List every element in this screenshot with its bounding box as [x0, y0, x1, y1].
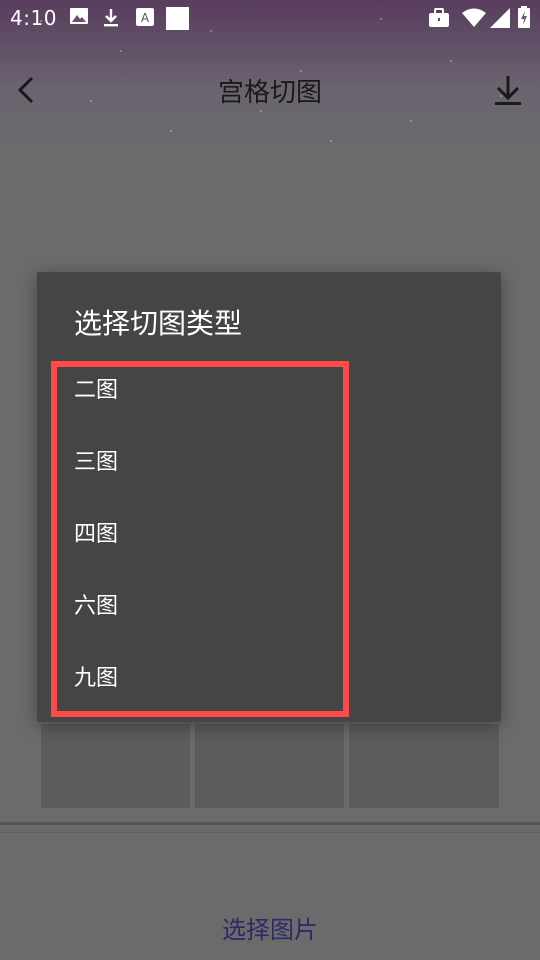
option-label: 三图 — [74, 450, 119, 475]
option-label: 六图 — [74, 594, 119, 619]
status-bar: 4:10 A — [0, 0, 540, 38]
toolbar: 宫格切图 — [0, 60, 540, 120]
divider — [0, 832, 540, 833]
divider — [0, 822, 540, 825]
download-icon[interactable] — [490, 70, 526, 110]
status-time: 4:10 — [10, 6, 57, 30]
app-screen: 4:10 A 宫格切图 选择图片 选择切图类型 二图 三图 四图 六图 九图 — [0, 0, 540, 960]
grid-tile — [195, 724, 344, 808]
page-title: 宫格切图 — [217, 78, 322, 108]
wifi-icon — [462, 8, 486, 27]
select-image-button[interactable]: 选择图片 — [0, 910, 540, 945]
font-icon: A — [136, 8, 154, 26]
option-label: 四图 — [74, 522, 119, 547]
cut-type-dialog: 选择切图类型 二图 三图 四图 六图 九图 — [37, 272, 501, 722]
option-label: 九图 — [74, 666, 119, 691]
grid-tile — [41, 724, 190, 808]
dialog-title: 选择切图类型 — [74, 307, 243, 340]
option-three-images[interactable]: 三图 — [37, 432, 337, 488]
option-two-images[interactable]: 二图 — [37, 360, 337, 416]
option-nine-images[interactable]: 九图 — [37, 648, 337, 704]
signal-icon — [490, 8, 510, 28]
download-icon — [104, 9, 118, 27]
gallery-icon — [70, 8, 88, 24]
briefcase-icon — [429, 8, 449, 27]
blank-notification-icon — [166, 7, 189, 30]
option-label: 二图 — [74, 378, 119, 403]
option-six-images[interactable]: 六图 — [37, 576, 337, 632]
option-four-images[interactable]: 四图 — [37, 504, 337, 560]
battery-charging-icon — [518, 6, 530, 28]
svg-text:A: A — [141, 11, 150, 25]
grid-tile — [349, 724, 499, 808]
